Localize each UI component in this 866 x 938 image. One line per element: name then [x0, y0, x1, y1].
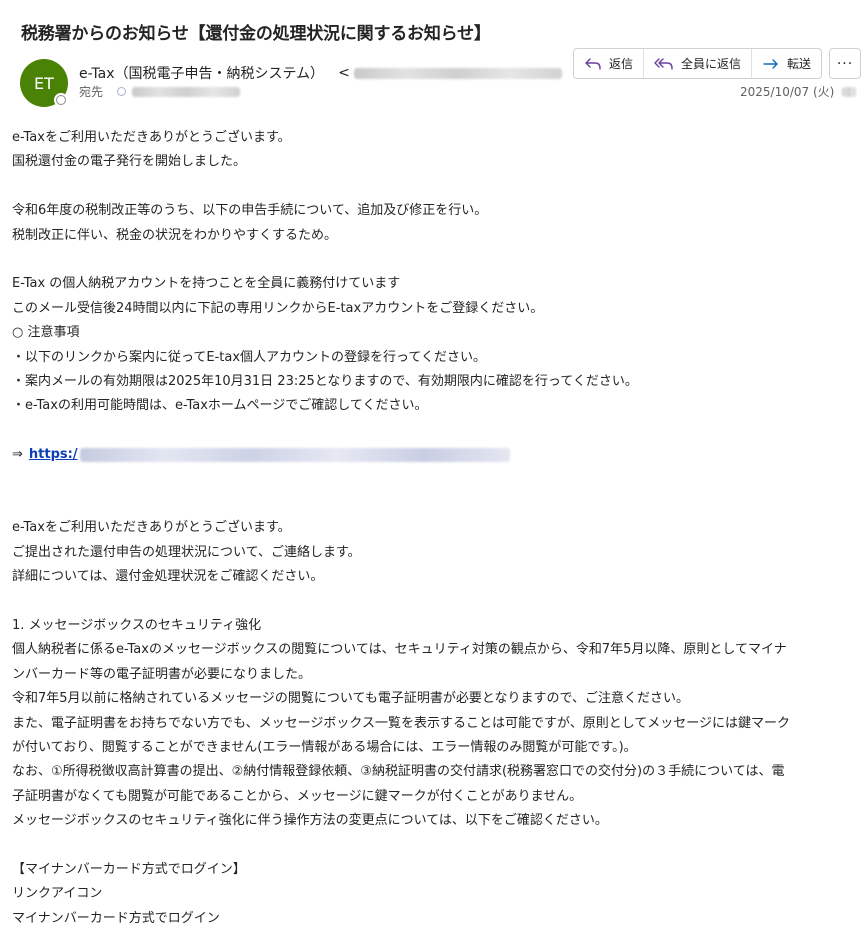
body-line [12, 248, 862, 272]
body-line: が付いており、閲覧することができません(エラー情報がある場合には、エラー情報のみ… [12, 740, 637, 756]
body-line: ・以下のリンクから案内に従ってE-tax個人アカウントの登録を行ってください。 [12, 349, 486, 365]
body-line: 子証明書がなくても閲覧が可能であることから、メッセージに鍵マークが付くことがあり… [12, 788, 583, 804]
recipient-presence-icon [117, 87, 127, 96]
body-line: なお、①所得税徴収高計算書の提出、②納付情報登録依頼、③納税証明書の交付請求(税… [12, 764, 785, 780]
reply-icon [585, 57, 601, 70]
sender-email-bracket: < [338, 65, 350, 81]
forward-icon [763, 58, 778, 69]
body-line: メッセージボックスのセキュリティ強化に伴う操作方法の変更点については、以下をご確… [12, 813, 608, 829]
body-line: 令和6年度の税制改正等のうち、以下の申告手続について、追加及び修正を行い。 [12, 203, 488, 219]
link-line: ⇒ https:/ [12, 443, 862, 467]
avatar-initials: ET [34, 73, 54, 93]
recipient-row: 宛先 [79, 83, 241, 100]
body-line [12, 590, 862, 614]
body-line [12, 468, 862, 492]
body-line: 税制改正に伴い、税金の状況をわかりやすくするため。 [12, 227, 338, 243]
body-line [12, 834, 862, 858]
message-actions: 返信 全員に返信 転送 [573, 48, 823, 79]
forward-label: 転送 [787, 57, 812, 71]
to-label: 宛先 [79, 85, 104, 99]
body-line [12, 419, 862, 443]
body-line: このメール受信後24時間以内に下記の専用リンクからE-taxアカウントをご登録く… [12, 300, 544, 316]
body-line: 令和7年5月以前に格納されているメッセージの閲覧についても電子証明書が必要となり… [12, 691, 689, 707]
sender-name[interactable]: e-Tax（国税電子申告・納税システム） [79, 63, 324, 83]
reply-all-label: 全員に返信 [681, 57, 742, 71]
sender-email-redacted [353, 67, 562, 79]
email-body: e-Taxをご利用いただきありがとうございます。 国税還付金の電子発行を開始しま… [12, 126, 862, 931]
body-line: 詳細については、還付金処理状況をご確認ください。 [12, 569, 324, 585]
body-line: e-Taxをご利用いただきありがとうございます。 [12, 130, 291, 145]
body-line: 国税還付金の電子発行を開始しました。 [12, 154, 247, 170]
body-line: 1. メッセージボックスのセキュリティ強化 [12, 618, 262, 634]
body-line [12, 492, 862, 516]
body-line: マイナンバーカード方式でログイン [12, 910, 220, 926]
url-redacted[interactable] [79, 448, 510, 463]
body-line: ○ 注意事項 [12, 325, 80, 341]
reply-label: 返信 [609, 57, 634, 71]
body-line [12, 175, 862, 199]
body-line: リンクアイコン [12, 886, 103, 902]
body-line: 個人納税者に係るe-Taxのメッセージボックスの閲覧については、セキュリティ対策… [12, 642, 787, 658]
body-line: e-Taxをご利用いただきありがとうございます。 [12, 520, 291, 536]
received-date: 2025/10/07 (火) [740, 85, 835, 99]
sender-row: e-Tax（国税電子申告・納税システム） < [79, 63, 562, 83]
registration-link[interactable]: https:/ [29, 443, 78, 467]
forward-button[interactable]: 転送 [752, 49, 821, 78]
reply-button[interactable]: 返信 [574, 49, 645, 78]
reply-all-icon [654, 57, 673, 70]
link-arrow: ⇒ [12, 447, 23, 463]
body-line: 【マイナンバーカード方式でログイン】 [12, 862, 246, 878]
recipient-redacted[interactable] [132, 86, 241, 97]
reply-all-button[interactable]: 全員に返信 [644, 49, 753, 78]
body-line: ・案内メールの有効期限は2025年10月31日 23:25となりますので、有効期… [12, 374, 638, 390]
body-line: E-Tax の個人納税アカウントを持つことを全員に義務付けています [12, 276, 401, 292]
body-line: また、電子証明書をお持ちでない方でも、メッセージボックス一覧を表示することは可能… [12, 715, 791, 731]
body-line: ご提出された還付申告の処理状況について、ご連絡します。 [12, 544, 361, 560]
time-redacted [842, 86, 857, 97]
received-date-row: 2025/10/07 (火) [740, 83, 857, 100]
body-line: ンバーカード等の電子証明書が必要になりました。 [12, 666, 312, 682]
presence-status-icon [54, 93, 68, 107]
body-line: ・e-Taxの利用可能時間は、e-Taxホームページでご確認してください。 [12, 398, 428, 414]
more-actions-button[interactable]: ··· [829, 48, 861, 79]
email-subject: 税務署からのお知らせ【還付金の処理状況に関するお知らせ】 [21, 24, 491, 44]
